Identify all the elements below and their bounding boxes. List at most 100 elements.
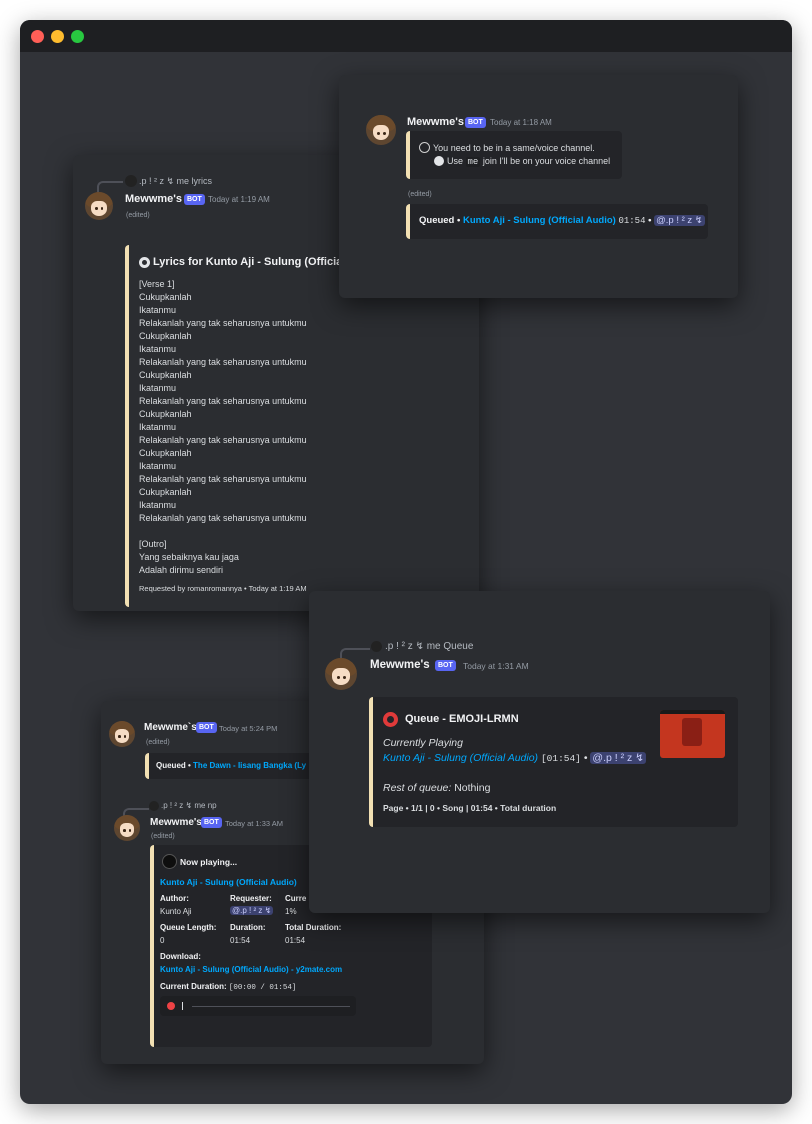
duration-value: 01:54	[230, 936, 251, 945]
current-label: Curre	[285, 894, 307, 903]
bot-username[interactable]: Mewwme`s	[144, 722, 197, 733]
lyrics-line: Relakanlah yang tak seharusnya untukmu	[139, 396, 307, 406]
lyrics-line: Ikatanmu	[139, 305, 177, 315]
queue-title: Queue - EMOJI-LRMN	[405, 713, 519, 725]
queue-length-value: 0	[160, 936, 165, 945]
current-duration-line: Current Duration: [00:00 / 01:54]	[160, 982, 297, 992]
bot-avatar[interactable]	[366, 115, 396, 145]
bot-avatar[interactable]	[114, 815, 140, 841]
queued-track-link[interactable]: The Dawn - Iisang Bangka (Ly	[193, 761, 306, 770]
rest-of-queue-line: Rest of queue: Nothing	[383, 782, 491, 794]
lyrics-line: Ikatanmu	[139, 383, 177, 393]
author-value: Kunto Aji	[160, 907, 192, 916]
lyrics-footer: Requested by romanromannya • Today at 1:…	[139, 584, 307, 593]
music-disc-icon	[434, 156, 444, 166]
user-mention[interactable]: @.p ! ² z ↯	[654, 215, 705, 226]
audio-player	[160, 996, 356, 1016]
reply-text[interactable]: .p ! ² z ↯ me Queue	[385, 641, 473, 652]
lyrics-line: Ikatanmu	[139, 344, 177, 354]
user-mini-avatar	[371, 641, 382, 652]
user-mini-avatar	[149, 801, 159, 811]
bot-badge: BOT	[201, 817, 222, 828]
lyrics-line: Ikatanmu	[139, 500, 177, 510]
lyrics-line: Cukupkanlah	[139, 292, 192, 302]
duration-label: Duration:	[230, 923, 266, 932]
author-label: Author:	[160, 894, 189, 903]
requester-label: Requester:	[230, 894, 272, 903]
download-label: Download:	[160, 952, 201, 961]
lyrics-line: [Outro]	[139, 539, 167, 549]
lyrics-line: Cukupkanlah	[139, 448, 192, 458]
bot-avatar[interactable]	[109, 721, 135, 747]
bot-badge: BOT	[184, 194, 205, 205]
music-disc-icon	[139, 257, 150, 268]
currently-playing-label: Currently Playing	[383, 737, 463, 749]
title-bar	[20, 20, 792, 52]
message-timestamp: Today at 1:19 AM	[208, 195, 270, 204]
voice-error-embed: You need to be in a same/voice channel. …	[406, 131, 622, 179]
queued-track-link[interactable]: Kunto Aji - Sulung (Official Audio)	[463, 215, 616, 226]
lyrics-line: Yang sebaiknya kau jaga	[139, 552, 239, 562]
vinyl-icon	[162, 854, 177, 869]
lyrics-line: Cukupkanlah	[139, 409, 192, 419]
lyrics-line: Relakanlah yang tak seharusnya untukmu	[139, 513, 307, 523]
minimize-window-button[interactable]	[51, 30, 64, 43]
bot-badge: BOT	[465, 117, 486, 128]
bot-avatar[interactable]	[85, 192, 113, 220]
message-timestamp: Today at 1:33 AM	[225, 819, 283, 828]
edited-label: (edited)	[151, 833, 175, 840]
user-mention[interactable]: @.p ! ² z ↯	[590, 752, 646, 764]
app-window: .p ! ² z ↯ me lyrics Mewwme's BOT Today …	[20, 20, 792, 1104]
progress-bar[interactable]	[192, 1006, 350, 1007]
pause-icon[interactable]	[182, 1002, 183, 1010]
now-playing-title: Now playing...	[180, 857, 238, 867]
lyrics-line: Cukupkanlah	[139, 370, 192, 380]
total-duration-value: 01:54	[285, 936, 306, 945]
lyrics-line: Cukupkanlah	[139, 487, 192, 497]
total-duration-label: Total Duration:	[285, 923, 342, 932]
edited-label: (edited)	[408, 191, 432, 198]
queue-length-label: Queue Length:	[160, 923, 217, 932]
lyrics-line: Ikatanmu	[139, 422, 177, 432]
edited-label: (edited)	[146, 739, 170, 746]
lyrics-line: Relakanlah yang tak seharusnya untukmu	[139, 435, 307, 445]
reply-text[interactable]: .p ! ² z ↯ me np	[161, 801, 217, 810]
bot-badge: BOT	[435, 660, 456, 671]
lyrics-title: Lyrics for Kunto Aji - Sulung (Official	[153, 256, 346, 268]
edited-label: (edited)	[126, 212, 150, 219]
queued-embed: Queued • Kunto Aji - Sulung (Official Au…	[406, 204, 708, 239]
bot-username[interactable]: Mewwme's	[370, 659, 430, 671]
queued-embed: Queued • The Dawn - Iisang Bangka (Ly	[145, 753, 319, 779]
queue-embed: Queue - EMOJI-LRMN Currently Playing Kun…	[369, 697, 738, 827]
maximize-window-button[interactable]	[71, 30, 84, 43]
current-track-link[interactable]: Kunto Aji - Sulung (Official Audio)	[383, 752, 538, 764]
message-timestamp: Today at 1:31 AM	[463, 661, 529, 671]
lyrics-embed: Lyrics for Kunto Aji - Sulung (Official …	[125, 245, 479, 607]
reply-text[interactable]: .p ! ² z ↯ me lyrics	[139, 176, 212, 187]
user-mini-avatar	[125, 175, 137, 187]
close-window-button[interactable]	[31, 30, 44, 43]
no-entry-icon	[419, 142, 430, 153]
lyrics-line: Ikatanmu	[139, 461, 177, 471]
bot-avatar[interactable]	[325, 658, 357, 690]
lyrics-line: Relakanlah yang tak seharusnya untukmu	[139, 357, 307, 367]
queue-footer: Page • 1/1 | 0 • Song | 01:54 • Total du…	[383, 803, 557, 813]
queued-line: Queued • The Dawn - Iisang Bangka (Ly	[156, 761, 307, 770]
bot-username[interactable]: Mewwme's	[407, 116, 464, 128]
voice-error-line2: Use me join I'll be on your voice channe…	[447, 156, 611, 167]
message-timestamp: Today at 5:24 PM	[219, 724, 278, 733]
bot-username[interactable]: Mewwme's	[150, 817, 202, 828]
voice-error-card: Mewwme's BOT Today at 1:18 AM You need t…	[339, 75, 738, 298]
now-playing-track-link[interactable]: Kunto Aji - Sulung (Official Audio)	[160, 877, 297, 887]
queue-card: .p ! ² z ↯ me Queue Mewwme's BOT Today a…	[309, 591, 770, 913]
album-thumbnail[interactable]	[660, 710, 725, 758]
record-icon[interactable]	[167, 1002, 175, 1010]
voice-error-line1: You need to be in a same/voice channel.	[433, 143, 595, 153]
requester-mention[interactable]: @.p ! ² z ↯	[230, 906, 274, 915]
download-link[interactable]: Kunto Aji - Sulung (Official Audio) - y2…	[160, 965, 342, 974]
lyrics-line: [Verse 1]	[139, 279, 175, 289]
lyrics-body: [Verse 1] Cukupkanlah Ikatanmu Relakanlah y…	[139, 279, 469, 579]
queue-disc-icon	[383, 712, 398, 727]
bot-badge: BOT	[196, 722, 217, 733]
bot-username[interactable]: Mewwme's	[125, 193, 182, 205]
